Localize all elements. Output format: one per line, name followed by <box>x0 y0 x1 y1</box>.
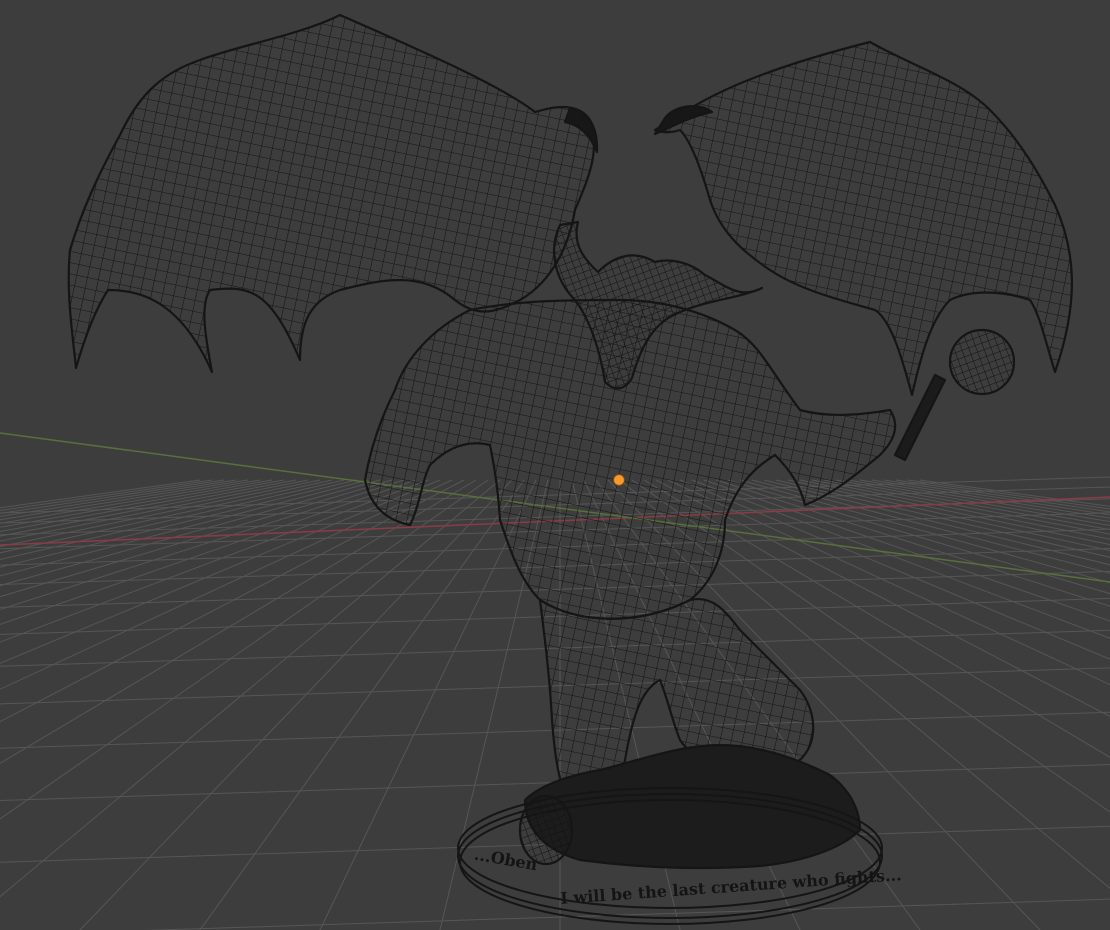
grid-line <box>0 479 453 690</box>
grid-line <box>0 479 381 587</box>
grid-line <box>0 479 417 625</box>
grid-line <box>0 479 369 577</box>
grid-line <box>0 479 441 664</box>
grid-line <box>775 479 1110 558</box>
3d-viewport[interactable]: ...Oben I will be the last creature who … <box>0 0 1110 930</box>
mace-head-skull[interactable] <box>948 328 1016 396</box>
grid-line <box>79 479 513 930</box>
grid-line <box>0 479 465 723</box>
grid-line <box>787 479 1110 552</box>
grid-line <box>883 479 1110 516</box>
grid-line <box>0 479 477 764</box>
grid-line <box>919 479 1110 507</box>
grid-line <box>763 479 1110 566</box>
viewport-canvas[interactable] <box>0 0 1110 930</box>
grid-line <box>847 479 1110 526</box>
grid-line <box>871 479 1110 519</box>
mace-handle[interactable] <box>893 373 947 462</box>
grid-line <box>0 479 393 598</box>
object-origin[interactable] <box>613 474 625 486</box>
demon-model[interactable] <box>67 13 1073 870</box>
grid-line <box>0 479 429 643</box>
grid-line <box>0 479 405 611</box>
demon-torso[interactable] <box>363 298 897 620</box>
grid-line <box>0 479 489 820</box>
